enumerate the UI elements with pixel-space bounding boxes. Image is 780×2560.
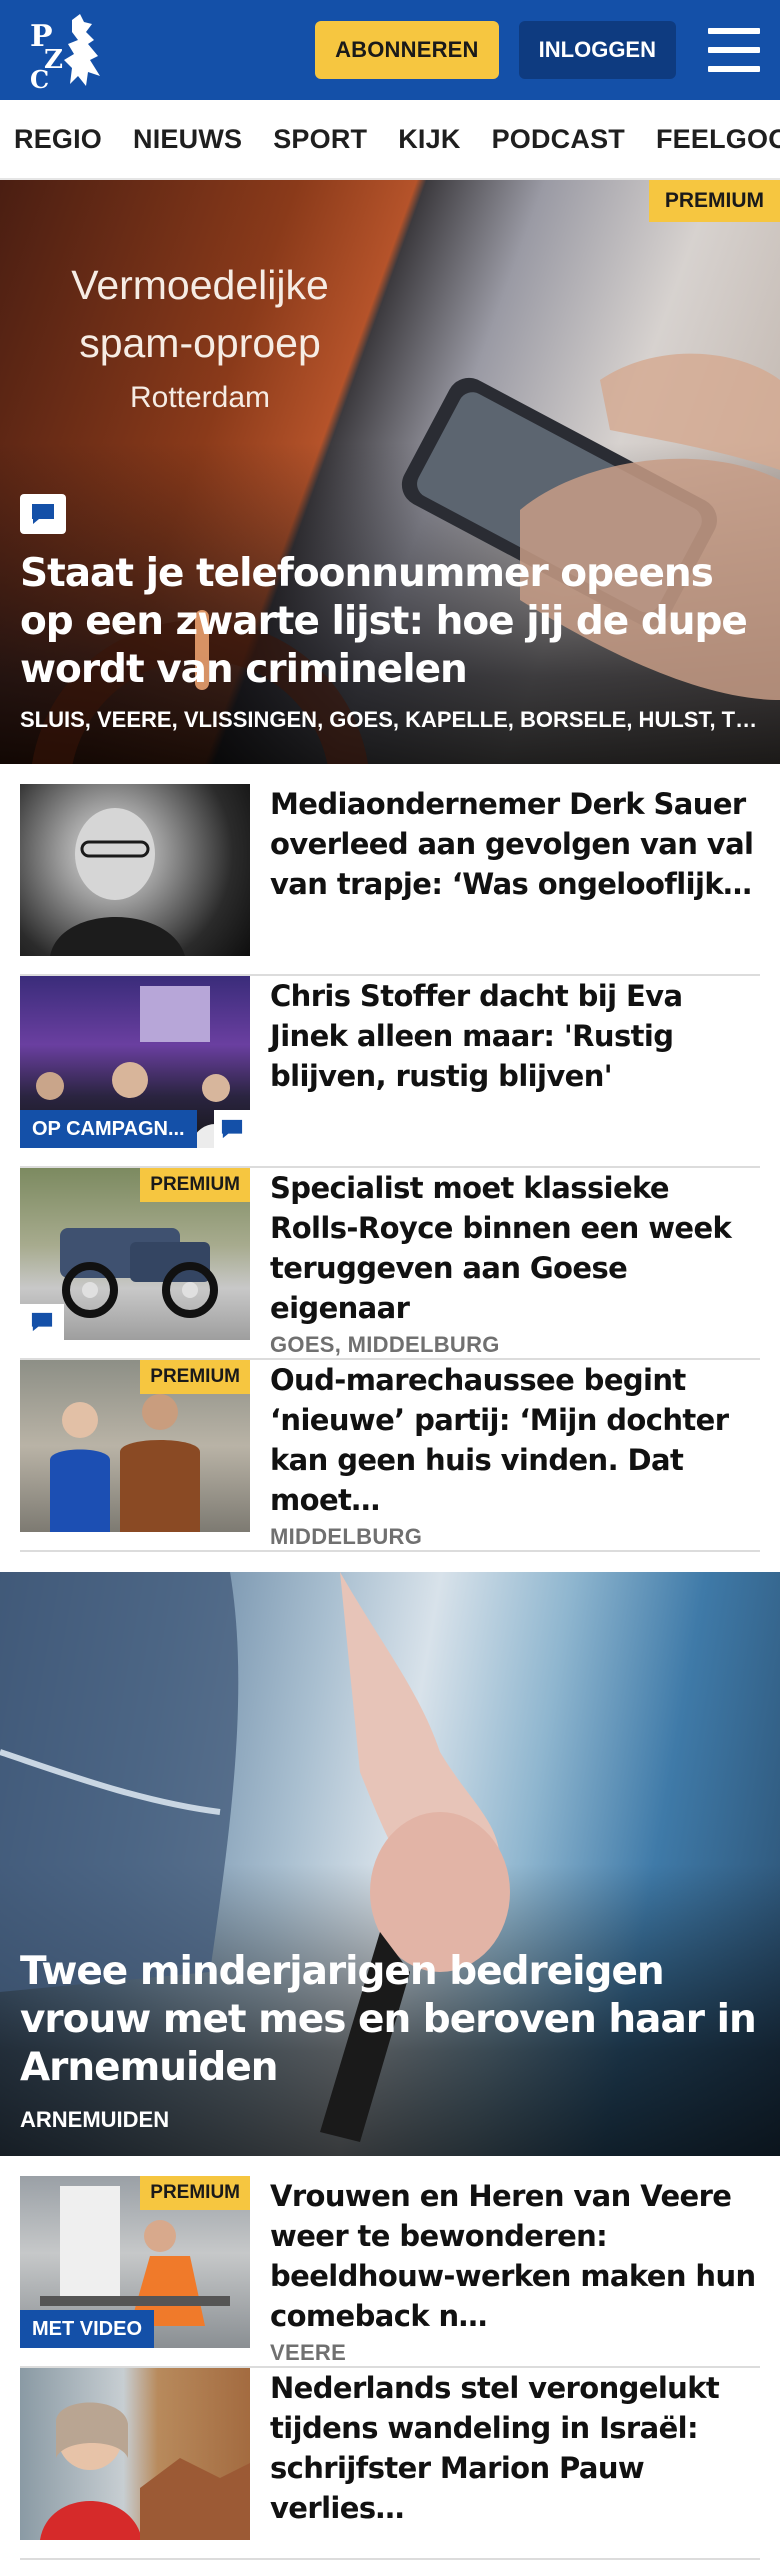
article-thumbnail: OP CAMPAGN... xyxy=(20,976,250,1148)
article-thumbnail: PREMIUM MET VIDEO xyxy=(20,2176,250,2348)
article-title[interactable]: Chris Stoffer dacht bij Eva Jinek alleen… xyxy=(270,976,760,1096)
section-nav: REGIO NIEUWS SPORT KIJK PODCAST FEELGOOD… xyxy=(0,100,780,180)
nav-item-feelgood[interactable]: FEELGOOD xyxy=(656,124,780,155)
list-item[interactable]: OP CAMPAGN... Chris Stoffer dacht bij Ev… xyxy=(20,976,760,1168)
article-title[interactable]: Nederlands stel verongelukt tijdens wand… xyxy=(270,2368,760,2528)
login-button[interactable]: INLOGGEN xyxy=(518,21,676,79)
subscribe-button[interactable]: ABONNEREN xyxy=(315,21,499,79)
article-thumbnail: PREMIUM xyxy=(20,1360,250,1532)
article-thumbnail: PREMIUM xyxy=(20,1168,250,1340)
list-item[interactable]: PREMIUM Oud-marechaussee begint ‘nieuwe’… xyxy=(20,1360,760,1552)
article-title[interactable]: Specialist moet klassieke Rolls-Royce bi… xyxy=(270,1168,760,1328)
hero-image-caption: Vermoedelijke spam-oproep Rotterdam xyxy=(0,256,400,424)
article-list-2: PREMIUM MET VIDEO Vrouwen en Heren van V… xyxy=(0,2176,780,2560)
premium-badge: PREMIUM xyxy=(140,1168,250,1202)
hero-title[interactable]: Staat je telefoonnummer opeens op een zw… xyxy=(20,550,760,694)
article-text: Specialist moet klassieke Rolls-Royce bi… xyxy=(270,1168,760,1358)
article-text: Vrouwen en Heren van Veere weer te bewon… xyxy=(270,2176,760,2366)
article-thumbnail xyxy=(20,784,250,956)
article-list: Mediaondernemer Derk Sauer overleed aan … xyxy=(0,784,780,1552)
article-title[interactable]: Mediaondernemer Derk Sauer overleed aan … xyxy=(270,784,760,904)
article-text: Mediaondernemer Derk Sauer overleed aan … xyxy=(270,784,760,904)
premium-badge: PREMIUM xyxy=(140,2176,250,2210)
article-location-tag: MIDDELBURG xyxy=(270,1524,423,1549)
article-text: Chris Stoffer dacht bij Eva Jinek alleen… xyxy=(270,976,760,1096)
nav-item-kijk[interactable]: KIJK xyxy=(398,124,460,155)
comment-icon[interactable] xyxy=(20,494,66,534)
image-text-line2: spam-oproep xyxy=(79,320,321,366)
header-actions: ABONNEREN INLOGGEN xyxy=(315,21,760,79)
list-item[interactable]: Nederlands stel verongelukt tijdens wand… xyxy=(20,2368,760,2560)
hero-article[interactable]: Vermoedelijke spam-oproep Rotterdam PREM… xyxy=(0,180,780,764)
list-item[interactable]: PREMIUM Specialist moet klassieke Rolls-… xyxy=(20,1168,760,1360)
image-text-line1: Vermoedelijke xyxy=(71,262,329,308)
logo-icon: P Z C xyxy=(30,14,100,90)
comment-icon[interactable] xyxy=(20,1304,64,1340)
article-location-tag: GOES, MIDDELBURG xyxy=(270,1332,500,1357)
comment-icon[interactable] xyxy=(214,1110,250,1148)
hero-location-tags: ARNEMUIDEN xyxy=(20,2107,170,2132)
svg-text:C: C xyxy=(30,65,49,90)
hero-location-tags: SLUIS, VEERE, VLISSINGEN, GOES, KAPELLE,… xyxy=(20,707,760,732)
list-item[interactable]: Mediaondernemer Derk Sauer overleed aan … xyxy=(20,784,760,976)
article-thumbnail xyxy=(20,2368,250,2540)
list-item[interactable]: PREMIUM MET VIDEO Vrouwen en Heren van V… xyxy=(20,2176,760,2368)
article-text: Oud-marechaussee begint ‘nieuwe’ partij:… xyxy=(270,1360,760,1550)
nav-item-regio[interactable]: REGIO xyxy=(14,124,102,155)
nav-item-nieuws[interactable]: NIEUWS xyxy=(133,124,242,155)
article-title[interactable]: Vrouwen en Heren van Veere weer te bewon… xyxy=(270,2176,760,2336)
premium-badge: PREMIUM xyxy=(648,180,780,222)
campaign-label: OP CAMPAGN... xyxy=(20,1110,197,1148)
premium-badge: PREMIUM xyxy=(140,1360,250,1394)
article-title[interactable]: Oud-marechaussee begint ‘nieuwe’ partij:… xyxy=(270,1360,760,1520)
image-text-line3: Rotterdam xyxy=(129,381,271,414)
pzc-logo[interactable]: P Z C xyxy=(28,8,112,92)
video-label: MET VIDEO xyxy=(20,2310,155,2348)
nav-item-sport[interactable]: SPORT xyxy=(273,124,367,155)
article-location-tag: VEERE xyxy=(270,2340,347,2365)
hero-article-2[interactable]: Twee minderjarigen bedreigen vrouw met m… xyxy=(0,1572,780,2156)
hamburger-menu-icon[interactable] xyxy=(708,28,760,72)
nav-item-podcast[interactable]: PODCAST xyxy=(492,124,625,155)
hero-title[interactable]: Twee minderjarigen bedreigen vrouw met m… xyxy=(20,1948,760,2092)
top-header: P Z C ABONNEREN INLOGGEN xyxy=(0,0,780,100)
article-text: Nederlands stel verongelukt tijdens wand… xyxy=(270,2368,760,2528)
